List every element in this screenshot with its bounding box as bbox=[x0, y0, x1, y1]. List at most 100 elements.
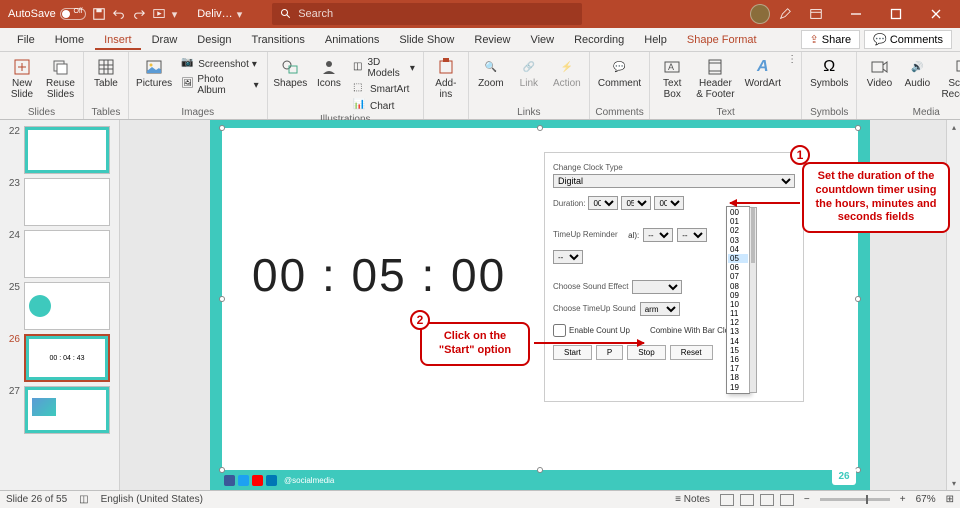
addins-button[interactable]: Add- ins bbox=[428, 54, 464, 102]
symbols-button[interactable]: ΩSymbols bbox=[806, 54, 852, 91]
embedded-object[interactable]: 00 : 05 : 00 Change Clock Type Digital D… bbox=[222, 128, 858, 470]
stop-button[interactable]: Stop bbox=[627, 345, 665, 360]
timer-settings-panel: Change Clock Type Digital Duration: 00 0… bbox=[544, 152, 804, 402]
new-slide-button[interactable]: New Slide bbox=[4, 54, 40, 102]
wordart-button[interactable]: AWordArt bbox=[741, 54, 786, 91]
audio-button[interactable]: 🔊Audio bbox=[899, 54, 935, 91]
screenshot-icon: 📷 bbox=[181, 57, 195, 71]
tab-view[interactable]: View bbox=[521, 30, 563, 50]
reset-button[interactable]: Reset bbox=[670, 345, 713, 360]
slideshow-icon[interactable] bbox=[152, 7, 166, 21]
tab-help[interactable]: Help bbox=[635, 30, 676, 50]
zoom-out-button[interactable]: − bbox=[804, 494, 810, 505]
language-status[interactable]: English (United States) bbox=[101, 494, 203, 505]
fit-to-window-button[interactable]: ⊞ bbox=[946, 494, 954, 505]
chart-button[interactable]: 📊Chart bbox=[349, 98, 419, 114]
slideshow-view-icon[interactable] bbox=[780, 494, 794, 506]
tab-animations[interactable]: Animations bbox=[316, 30, 388, 50]
thumbnail-27[interactable] bbox=[24, 386, 110, 434]
smartart-button[interactable]: ⬚SmartArt bbox=[349, 81, 419, 97]
tab-shape-format[interactable]: Shape Format bbox=[678, 30, 766, 50]
duration-minutes-select[interactable]: 05 bbox=[621, 196, 651, 210]
header-footer-button[interactable]: Header & Footer bbox=[692, 54, 738, 102]
combine-bar-checkbox[interactable]: Combine With Bar Clock bbox=[650, 326, 737, 335]
maximize-icon[interactable] bbox=[880, 0, 912, 28]
slide-canvas: 00 : 05 : 00 Change Clock Type Digital D… bbox=[210, 120, 870, 490]
tab-recording[interactable]: Recording bbox=[565, 30, 633, 50]
tab-home[interactable]: Home bbox=[46, 30, 93, 50]
slide-editor[interactable]: 00 : 05 : 00 Change Clock Type Digital D… bbox=[120, 120, 960, 490]
dropdown-scrollbar[interactable] bbox=[749, 207, 757, 393]
duration-seconds-select[interactable]: 00 bbox=[654, 196, 684, 210]
zoom-button[interactable]: 🔍Zoom bbox=[473, 54, 509, 91]
screen-recording-button[interactable]: Screen Recording bbox=[937, 54, 960, 102]
cube-icon: ◫ bbox=[353, 61, 365, 75]
timeup-sound-label: Choose TimeUp Sound bbox=[553, 304, 636, 313]
thumbnail-23[interactable] bbox=[24, 178, 110, 226]
sound-effect-label: Choose Sound Effect bbox=[553, 282, 628, 291]
thumbnail-panel[interactable]: 22 23 24 25 2600 : 04 : 43 27 bbox=[0, 120, 120, 490]
reuse-slides-button[interactable]: Reuse Slides bbox=[42, 54, 79, 102]
chart-icon: 📊 bbox=[353, 99, 367, 113]
timeup-select-2[interactable]: -- bbox=[677, 228, 707, 242]
tab-transitions[interactable]: Transitions bbox=[243, 30, 314, 50]
screenshot-button[interactable]: 📷Screenshot▾ bbox=[177, 56, 262, 72]
timeup-select-1[interactable]: -- bbox=[643, 228, 673, 242]
icons-button[interactable]: Icons bbox=[311, 54, 347, 91]
enable-countup-checkbox[interactable]: Enable Count Up bbox=[553, 324, 630, 337]
tab-draw[interactable]: Draw bbox=[143, 30, 187, 50]
textbox-button[interactable]: AText Box bbox=[654, 54, 690, 102]
ribbon-mode-icon[interactable] bbox=[800, 0, 832, 28]
tab-design[interactable]: Design bbox=[188, 30, 240, 50]
duration-hours-select[interactable]: 00 bbox=[588, 196, 618, 210]
start-button[interactable]: Start bbox=[553, 345, 592, 360]
comment-button[interactable]: 💬Comment bbox=[594, 54, 645, 91]
accessibility-icon[interactable]: ◫ bbox=[79, 494, 88, 505]
tab-insert[interactable]: Insert bbox=[95, 30, 141, 50]
share-button[interactable]: ⇪Share bbox=[801, 30, 861, 49]
action-button[interactable]: ⚡Action bbox=[549, 54, 585, 91]
document-title[interactable]: Deliv…▾ bbox=[197, 8, 242, 21]
thumbnail-24[interactable] bbox=[24, 230, 110, 278]
shapes-button[interactable]: Shapes bbox=[272, 54, 309, 91]
search-input[interactable] bbox=[298, 8, 574, 20]
tab-file[interactable]: File bbox=[8, 30, 44, 50]
normal-view-icon[interactable] bbox=[720, 494, 734, 506]
reading-view-icon[interactable] bbox=[760, 494, 774, 506]
undo-icon[interactable] bbox=[112, 7, 126, 21]
ribbon-group-addins: Add- ins bbox=[424, 52, 469, 119]
linkedin-icon bbox=[266, 475, 277, 486]
notes-button[interactable]: ≡ Notes bbox=[675, 494, 710, 505]
seconds-dropdown-list[interactable]: 0001020304050607080910111213141516171819 bbox=[726, 206, 750, 394]
pictures-button[interactable]: Pictures bbox=[133, 54, 175, 91]
tab-slideshow[interactable]: Slide Show bbox=[390, 30, 463, 50]
timeup-select-3[interactable]: -- bbox=[553, 250, 583, 264]
social-handle: @socialmedia bbox=[284, 476, 334, 485]
pause-button[interactable]: P bbox=[596, 345, 623, 360]
thumbnail-26[interactable]: 00 : 04 : 43 bbox=[24, 334, 110, 382]
video-button[interactable]: Video bbox=[861, 54, 897, 91]
zoom-level[interactable]: 67% bbox=[916, 494, 936, 505]
user-avatar[interactable] bbox=[750, 4, 770, 24]
save-icon[interactable] bbox=[92, 7, 106, 21]
comments-button[interactable]: 💬Comments bbox=[864, 30, 952, 49]
sorter-view-icon[interactable] bbox=[740, 494, 754, 506]
table-button[interactable]: Table bbox=[88, 54, 124, 91]
autosave-toggle[interactable]: AutoSave Off bbox=[8, 8, 86, 20]
zoom-in-button[interactable]: + bbox=[900, 494, 906, 505]
thumbnail-25[interactable] bbox=[24, 282, 110, 330]
redo-icon[interactable] bbox=[132, 7, 146, 21]
pen-icon[interactable] bbox=[778, 7, 792, 21]
3d-models-button[interactable]: ◫3D Models▾ bbox=[349, 56, 419, 80]
close-icon[interactable] bbox=[920, 0, 952, 28]
zoom-slider[interactable] bbox=[820, 498, 890, 501]
tab-review[interactable]: Review bbox=[465, 30, 519, 50]
sound-effect-select[interactable] bbox=[632, 280, 682, 294]
link-button[interactable]: 🔗Link bbox=[511, 54, 547, 91]
minimize-icon[interactable] bbox=[840, 0, 872, 28]
search-box[interactable] bbox=[272, 3, 582, 25]
clock-type-select[interactable]: Digital bbox=[553, 174, 795, 188]
timeup-sound-select[interactable]: arm bbox=[640, 302, 680, 316]
photo-album-button[interactable]: 🖼Photo Album▾ bbox=[177, 73, 262, 97]
thumbnail-22[interactable] bbox=[24, 126, 110, 174]
